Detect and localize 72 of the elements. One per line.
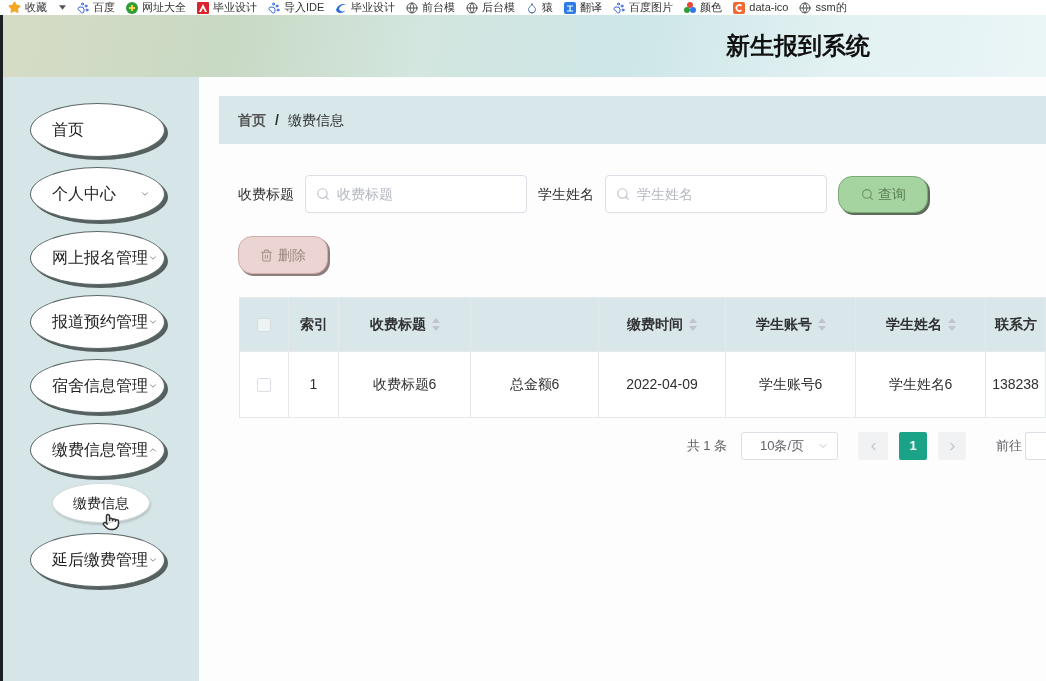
table-cell-text: 总金额6	[509, 375, 560, 394]
paw-icon	[268, 1, 280, 14]
sidebar-menu-item[interactable]: 网上报名管理	[30, 231, 165, 285]
breadcrumb-separator: /	[275, 110, 279, 130]
sort-icon[interactable]	[817, 318, 826, 331]
breadcrumb-link[interactable]: 缴费信息	[287, 109, 344, 131]
column-header: 缴费时间	[627, 315, 683, 334]
bookmark-link[interactable]: 网址大全	[142, 1, 186, 14]
table-cell-text: 1	[309, 375, 318, 394]
globe-icon	[466, 1, 479, 14]
search-icon	[616, 187, 630, 201]
globe-icon	[406, 1, 419, 14]
globe-icon	[799, 1, 812, 14]
sidebar-submenu-item[interactable]: 缴费信息	[52, 483, 150, 523]
bookmark-link[interactable]: 百度图片	[629, 1, 674, 14]
next-page-button[interactable]	[938, 432, 966, 460]
sidebar-menu-item[interactable]: 宿舍信息管理	[30, 359, 165, 413]
bookmark-link[interactable]: 百度	[93, 1, 115, 14]
search-icon	[316, 187, 330, 201]
bookmark-link[interactable]: 毕业设计	[213, 1, 257, 14]
sidebar-menu-item[interactable]: 个人中心	[30, 167, 165, 221]
bookmark-link[interactable]: 猿	[542, 1, 554, 14]
bookmark-link[interactable]: 前台模	[422, 1, 456, 14]
sort-icon[interactable]	[431, 318, 440, 331]
bookmark-link[interactable]: 毕业设计	[351, 1, 396, 14]
goto-label: 前往	[996, 437, 1022, 456]
flower-icon	[684, 1, 697, 14]
bookmark-link[interactable]: 翻译	[580, 1, 603, 14]
table-cell-text: 收费标题6	[372, 375, 437, 394]
checkbox[interactable]	[257, 377, 271, 392]
breadcrumb-link[interactable]: 首页	[238, 109, 266, 131]
bookmark-link[interactable]: 颜色	[700, 1, 723, 14]
page-size-value: 10条/页	[760, 437, 805, 456]
search-field[interactable]: 学生姓名	[605, 175, 827, 213]
column-header: 联系方	[994, 315, 1037, 334]
field-label: 收费标题	[238, 184, 294, 204]
sort-icon[interactable]	[689, 318, 697, 331]
previous-page-button[interactable]	[858, 432, 888, 460]
sort-icon[interactable]	[947, 318, 956, 331]
table-cell-text: 138238	[992, 375, 1039, 394]
caret-icon[interactable]	[59, 5, 66, 10]
search-icon	[860, 187, 874, 201]
app-title: 新生报到系统	[726, 34, 870, 58]
search-field[interactable]: 收费标题	[305, 175, 527, 213]
column-header: 学生账号	[755, 315, 812, 334]
plus-circle-icon	[126, 1, 138, 14]
page-size-select[interactable]: 10条/页	[741, 432, 838, 460]
table-cell-text: 学生账号6	[758, 375, 823, 394]
bookmark-link[interactable]: ssm的	[815, 1, 847, 14]
bookmark-link[interactable]: data-ico	[749, 1, 789, 14]
trash-icon	[260, 248, 273, 262]
sidebar-menu-item[interactable]: 首页	[30, 103, 165, 157]
sidebar-menu-item[interactable]: 缴费信息管理	[30, 423, 165, 477]
paw-icon	[613, 1, 626, 14]
sidebar-menu-item[interactable]: 延后缴费管理	[30, 533, 165, 587]
bookmark-link[interactable]: 后台模	[482, 1, 516, 14]
table-cell-text: 2022-04-09	[626, 375, 698, 394]
paw-icon	[77, 1, 89, 14]
bookmark-link[interactable]: 导入IDE	[284, 1, 325, 14]
bookmark-link[interactable]: 收藏	[25, 1, 47, 14]
column-header: 收费标题	[369, 315, 426, 334]
table-cell-text: 学生姓名6	[888, 375, 953, 394]
field-label: 学生姓名	[538, 184, 594, 204]
goto-page-field[interactable]	[1025, 432, 1046, 460]
column-header: 学生姓名	[885, 315, 942, 334]
column-header: 索引	[299, 315, 328, 334]
drop-icon	[526, 1, 539, 14]
hand-pointer-icon	[102, 513, 120, 531]
sidebar-menu-item[interactable]: 报道预约管理	[30, 295, 165, 349]
total-count: 共 1 条	[686, 437, 727, 456]
star-icon	[8, 1, 21, 14]
swoosh-icon	[335, 1, 348, 14]
